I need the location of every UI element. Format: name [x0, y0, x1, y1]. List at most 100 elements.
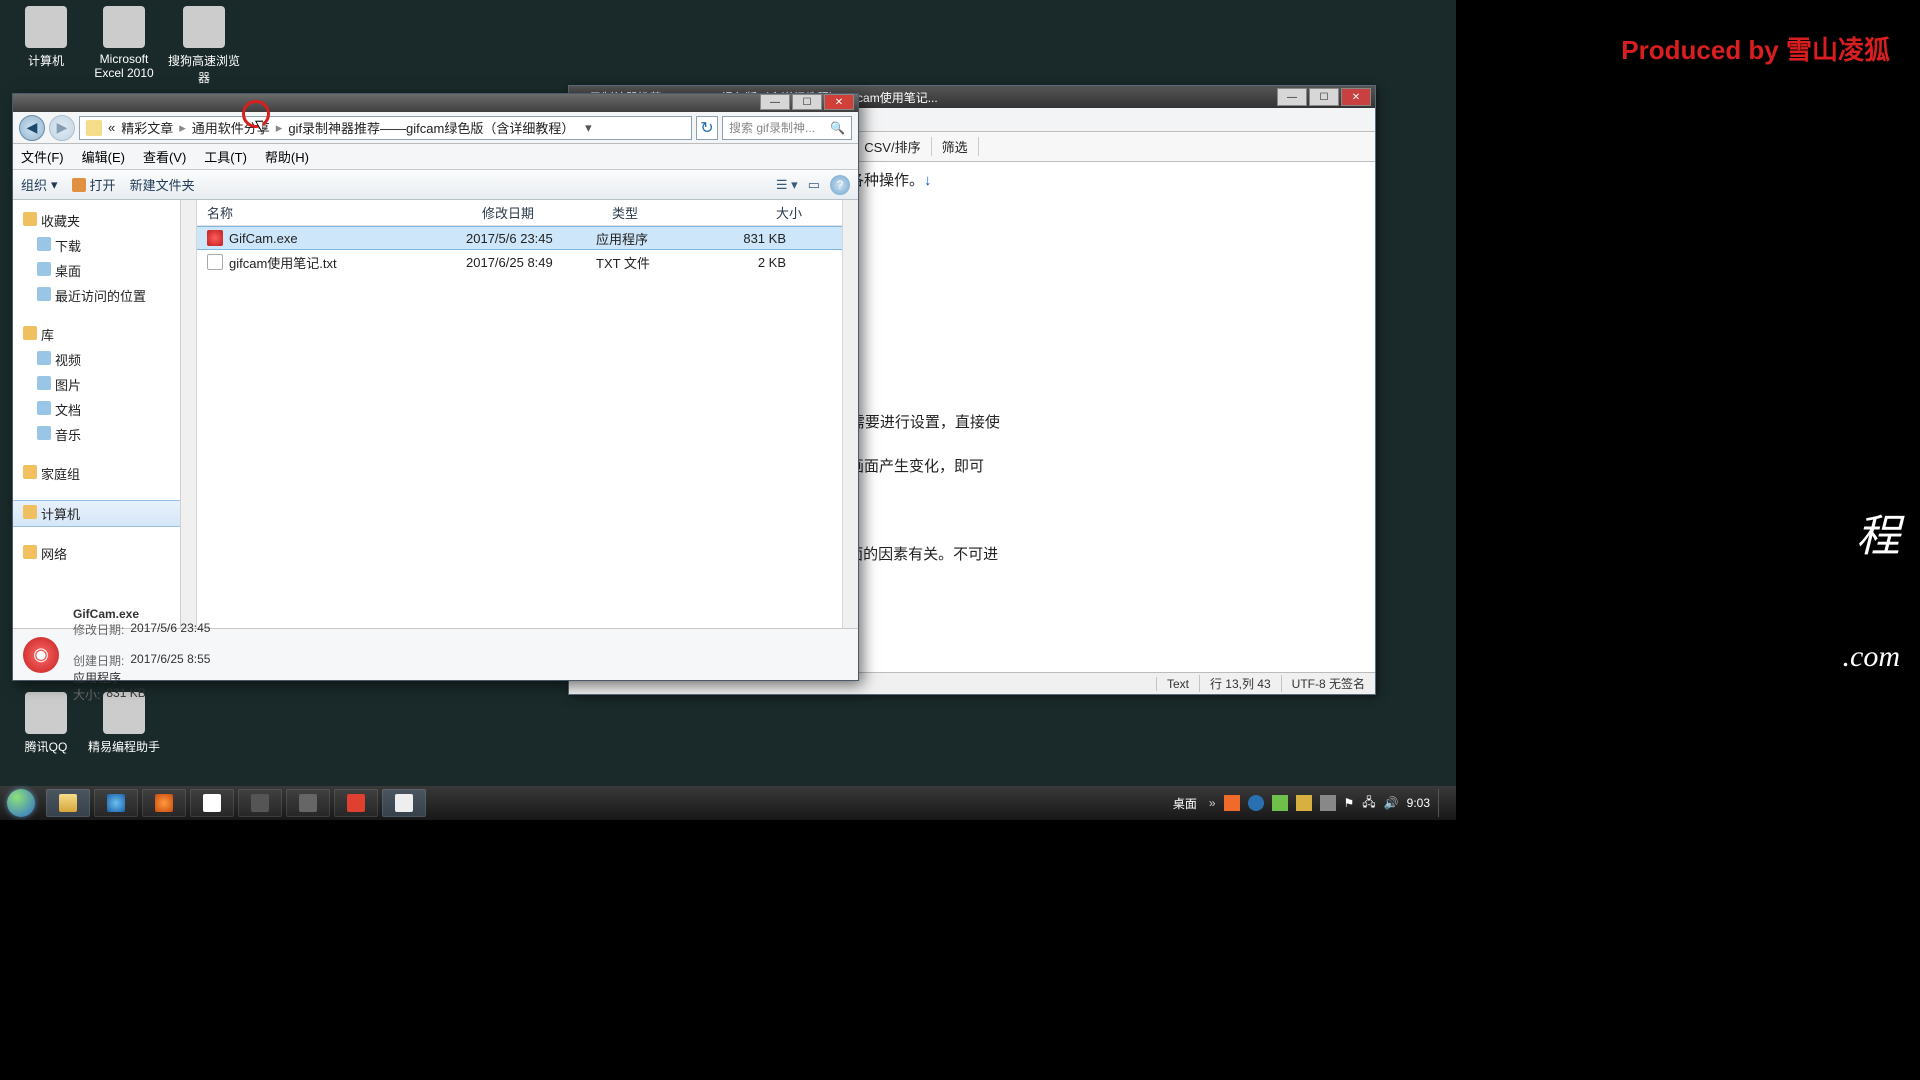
show-desktop-label[interactable]: 桌面: [1173, 795, 1197, 812]
taskbar-qq[interactable]: [190, 789, 234, 817]
ie-icon: [107, 794, 125, 812]
col-name[interactable]: 名称: [197, 203, 472, 222]
nav-pictures[interactable]: 图片: [13, 372, 180, 397]
breadcrumb-item[interactable]: 精彩文章: [121, 118, 173, 137]
nav-computer[interactable]: 计算机: [13, 500, 180, 527]
list-scrollbar[interactable]: [842, 200, 858, 628]
nav-videos[interactable]: 视频: [13, 347, 180, 372]
close-button[interactable]: ✕: [1341, 88, 1371, 106]
tray-clock[interactable]: 9:03: [1407, 796, 1430, 810]
taskbar-notepad[interactable]: [382, 789, 426, 817]
search-placeholder: 搜索 gif录制神...: [729, 119, 815, 136]
col-type[interactable]: 类型: [602, 203, 728, 222]
details-size-key: 大小:: [73, 686, 100, 703]
file-name: GifCam.exe: [229, 231, 298, 246]
taskbar-camera[interactable]: [238, 789, 282, 817]
toolbar-filter[interactable]: 筛选: [932, 137, 979, 156]
notepad-icon: [395, 794, 413, 812]
file-row[interactable]: GifCam.exe 2017/5/6 23:45 应用程序 831 KB: [197, 226, 858, 250]
breadcrumb-chevron[interactable]: «: [108, 120, 115, 135]
status-pos: 行 13,列 43: [1199, 675, 1281, 692]
nav-network[interactable]: 网络: [13, 541, 180, 566]
menu-view[interactable]: 查看(V): [143, 147, 186, 166]
app-icon: [299, 794, 317, 812]
exe-icon: ◉: [23, 637, 59, 673]
toolbar-csv[interactable]: CSV/排序: [854, 137, 931, 156]
desktop-icon-computer[interactable]: 计算机: [6, 6, 86, 69]
desktop-icon-label: 计算机: [6, 52, 86, 69]
explorer-body: 收藏夹 下载 桌面 最近访问的位置 库 视频 图片 文档 音乐 家庭组 计算机 …: [13, 200, 858, 628]
firefox-icon: [155, 794, 173, 812]
folder-icon: [59, 794, 77, 812]
chevron-right-icon[interactable]: »: [1209, 796, 1216, 810]
forward-button[interactable]: ▶: [49, 115, 75, 141]
file-date: 2017/5/6 23:45: [466, 231, 596, 246]
view-mode-button[interactable]: ☰ ▾: [776, 177, 798, 193]
nav-pane: 收藏夹 下载 桌面 最近访问的位置 库 视频 图片 文档 音乐 家庭组 计算机 …: [13, 200, 181, 628]
taskbar-explorer[interactable]: [46, 789, 90, 817]
breadcrumb-item[interactable]: gif录制神器推荐——gifcam绿色版（含详细教程）: [288, 118, 574, 137]
file-name: gifcam使用笔记.txt: [229, 253, 337, 272]
maximize-button[interactable]: ☐: [1309, 88, 1339, 106]
minimize-button[interactable]: —: [1277, 88, 1307, 106]
nav-documents[interactable]: 文档: [13, 397, 180, 422]
tray-network-icon[interactable]: 🖧: [1362, 793, 1375, 814]
desktop-icon-label: 腾讯QQ: [6, 738, 86, 755]
organize-button[interactable]: 组织 ▾: [21, 175, 58, 194]
tray-volume-icon[interactable]: 🔊: [1384, 796, 1399, 810]
tray-app-icon[interactable]: [1320, 795, 1336, 811]
tray-help-icon[interactable]: [1248, 795, 1264, 811]
address-bar[interactable]: « 精彩文章 ▸ 通用软件分享 ▸ gif录制神器推荐——gifcam绿色版（含…: [79, 116, 692, 140]
new-folder-button[interactable]: 新建文件夹: [130, 175, 195, 194]
col-date[interactable]: 修改日期: [472, 203, 602, 222]
taskbar-ie[interactable]: [94, 789, 138, 817]
details-mod-val: 2017/5/6 23:45: [130, 621, 210, 638]
file-date: 2017/6/25 8:49: [466, 255, 596, 270]
taskbar-app[interactable]: [286, 789, 330, 817]
file-row[interactable]: gifcam使用笔记.txt 2017/6/25 8:49 TXT 文件 2 K…: [197, 250, 858, 274]
nav-libraries[interactable]: 库: [13, 322, 180, 347]
nav-music[interactable]: 音乐: [13, 422, 180, 447]
taskbar-360[interactable]: [334, 789, 378, 817]
file-size: 831 KB: [722, 231, 810, 246]
command-bar: 组织 ▾ 打开 新建文件夹 ☰ ▾ ▭ ?: [13, 170, 858, 200]
tray-antivirus-icon[interactable]: [1272, 795, 1288, 811]
back-button[interactable]: ◀: [19, 115, 45, 141]
open-button[interactable]: 打开: [72, 175, 116, 194]
nav-scrollbar[interactable]: [181, 200, 197, 628]
details-create-key: 创建日期:: [73, 652, 124, 669]
nav-recent[interactable]: 最近访问的位置: [13, 283, 180, 308]
tray-shield-icon[interactable]: [1296, 795, 1312, 811]
tray-sogou-icon[interactable]: [1224, 795, 1240, 811]
menu-tool[interactable]: 工具(T): [204, 147, 247, 166]
nav-downloads[interactable]: 下载: [13, 233, 180, 258]
status-mode: Text: [1156, 677, 1199, 691]
qq-icon: [25, 692, 67, 734]
address-dropdown[interactable]: ▾: [580, 120, 596, 136]
maximize-button[interactable]: ☐: [792, 94, 822, 110]
column-headers: 名称 修改日期 类型 大小: [197, 200, 858, 226]
menu-file[interactable]: 文件(F): [21, 147, 64, 166]
menu-help[interactable]: 帮助(H): [265, 147, 309, 166]
desktop-icon-sogou[interactable]: 搜狗高速浏览器: [164, 6, 244, 86]
nav-desktop[interactable]: 桌面: [13, 258, 180, 283]
desktop-icon-excel[interactable]: Microsoft Excel 2010: [84, 6, 164, 80]
tray-flag-icon[interactable]: ⚑: [1344, 796, 1355, 810]
menu-edit[interactable]: 编辑(E): [82, 147, 125, 166]
search-input[interactable]: 搜索 gif录制神... 🔍: [722, 116, 852, 140]
start-button[interactable]: [0, 786, 42, 820]
preview-pane-button[interactable]: ▭: [808, 177, 820, 193]
close-button[interactable]: ✕: [824, 94, 854, 110]
details-type: 应用程序: [73, 671, 121, 685]
taskbar-firefox[interactable]: [142, 789, 186, 817]
refresh-button[interactable]: ↻: [696, 116, 718, 140]
explorer-window: — ☐ ✕ ◀ ▶ « 精彩文章 ▸ 通用软件分享 ▸ gif录制神器推荐——g…: [12, 93, 859, 681]
show-desktop-button[interactable]: [1438, 789, 1448, 817]
col-size[interactable]: 大小: [728, 203, 816, 222]
details-create-val: 2017/6/25 8:55: [130, 652, 210, 669]
minimize-button[interactable]: —: [760, 94, 790, 110]
nav-homegroup[interactable]: 家庭组: [13, 461, 180, 486]
help-button[interactable]: ?: [830, 175, 850, 195]
nav-favorites[interactable]: 收藏夹: [13, 208, 180, 233]
explorer-titlebar[interactable]: — ☐ ✕: [13, 94, 858, 112]
